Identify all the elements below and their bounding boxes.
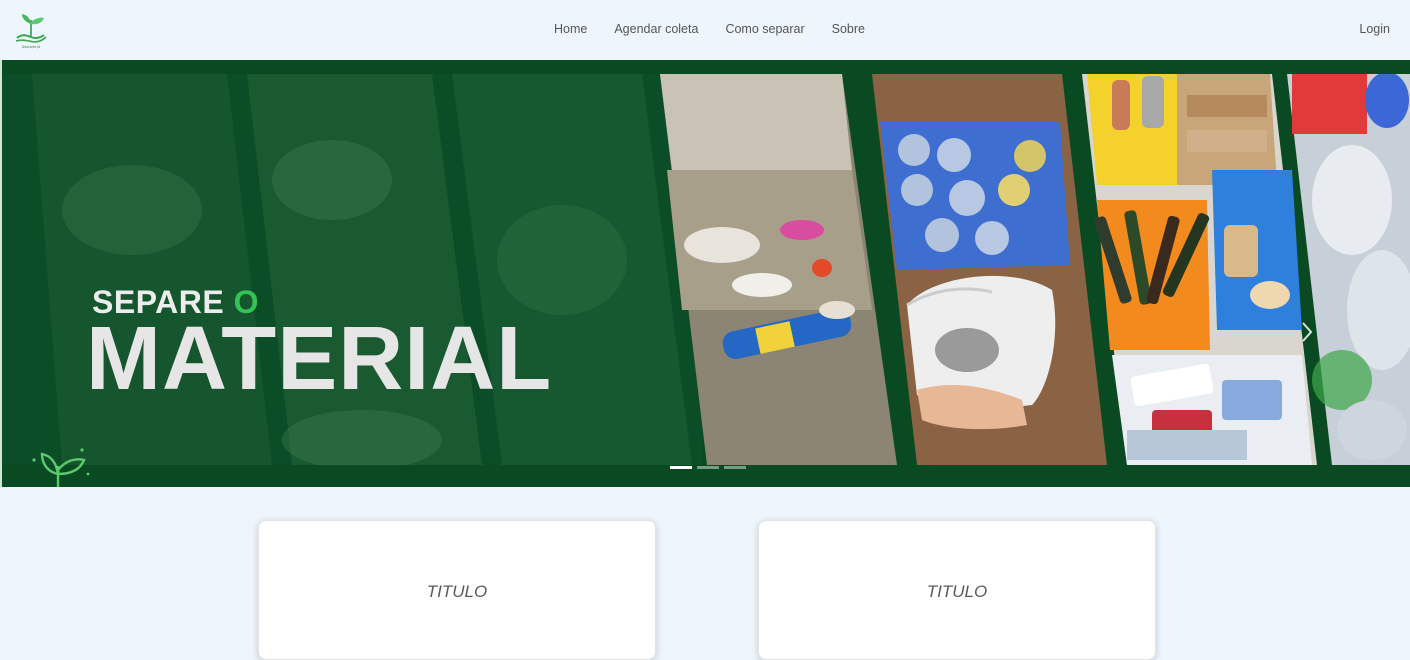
hero-carousel: SEPARE O MATERIAL: [0, 60, 1410, 487]
carousel-indicator-1[interactable]: [670, 466, 692, 469]
card-title: TITULO: [926, 582, 988, 601]
card-title: TITULO: [426, 582, 488, 601]
nav-link-home[interactable]: Home: [554, 22, 587, 36]
main-nav: Home Agendar coleta Como separar Sobre: [554, 22, 865, 36]
carousel-indicator-2[interactable]: [697, 466, 719, 469]
hero-headline-big: MATERIAL: [86, 309, 553, 409]
carousel-indicators: [670, 466, 746, 469]
svg-text:Descarte Já: Descarte Já: [22, 45, 40, 49]
content-card[interactable]: TITULO: [258, 520, 656, 660]
carousel-indicator-3[interactable]: [724, 466, 746, 469]
brand-logo-icon[interactable]: Descarte Já: [12, 10, 50, 50]
nav-link-como-separar[interactable]: Como separar: [725, 22, 804, 36]
content-card[interactable]: TITULO: [758, 520, 1156, 660]
hero-sprout-logo-icon: [32, 448, 90, 487]
hero-slide-image: [2, 60, 1410, 487]
navbar: Descarte Já Home Agendar coleta Como sep…: [0, 0, 1410, 60]
login-link[interactable]: Login: [1359, 22, 1390, 36]
nav-link-agendar-coleta[interactable]: Agendar coleta: [614, 22, 698, 36]
nav-link-sobre[interactable]: Sobre: [832, 22, 865, 36]
chevron-right-icon[interactable]: [1295, 314, 1319, 350]
